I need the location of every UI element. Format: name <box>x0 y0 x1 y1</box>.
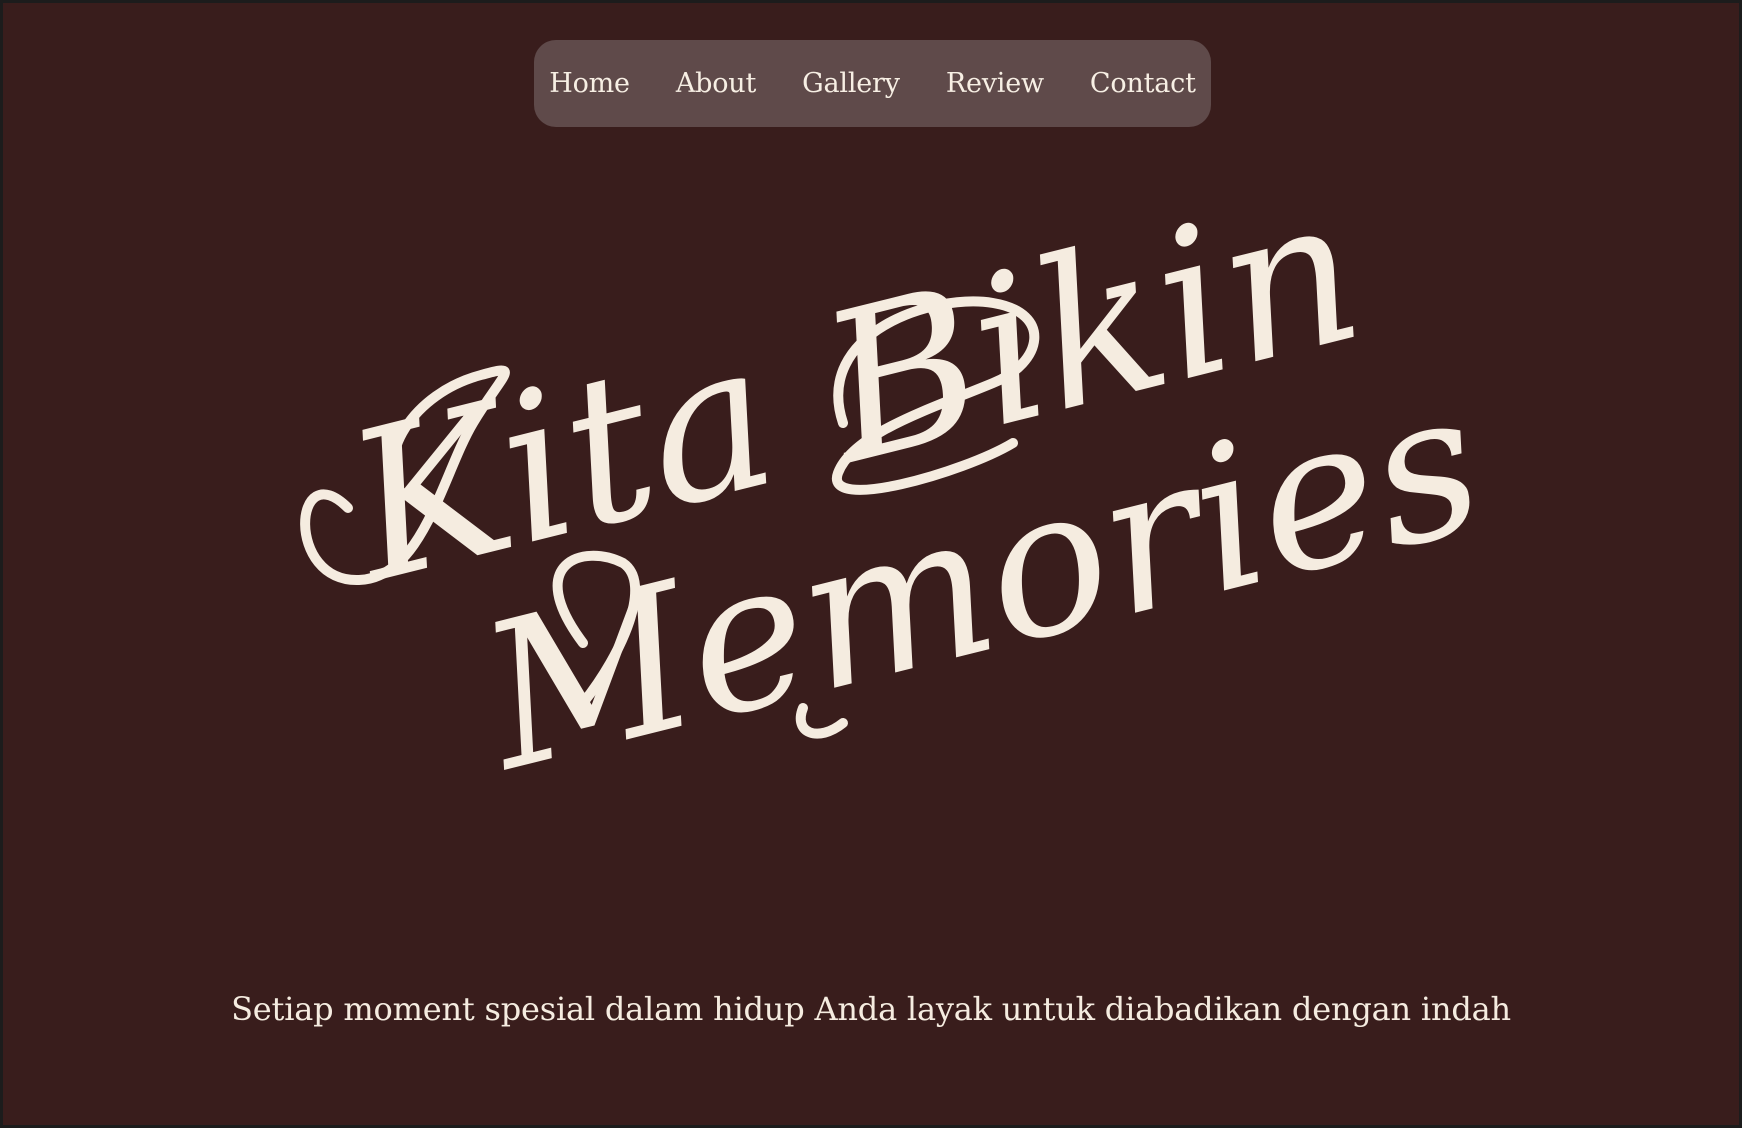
hero-title: Kita Bikin Memories <box>300 149 1502 783</box>
hero-page: Home About Gallery Review Contact Kita B… <box>3 3 1739 1125</box>
hero-subtitle: Setiap moment spesial dalam hidup Anda l… <box>231 990 1511 1028</box>
